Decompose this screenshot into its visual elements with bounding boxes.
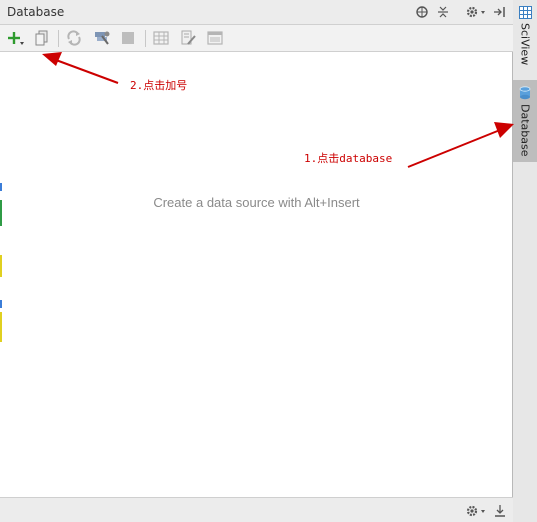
- stop-icon[interactable]: [118, 29, 138, 47]
- hide-panel-icon[interactable]: [493, 4, 507, 20]
- table-icon[interactable]: [151, 29, 171, 47]
- minimize-icon[interactable]: [493, 503, 507, 519]
- edge-marker: [0, 200, 2, 226]
- edge-marker: [0, 300, 2, 308]
- copy-icon[interactable]: [32, 29, 52, 47]
- annotation-step1: 1.点击database: [304, 152, 393, 165]
- toolbar-separator: [145, 30, 146, 47]
- globe-icon[interactable]: [415, 4, 429, 20]
- database-tool-window: Database Create a data source with Alt+I…: [0, 0, 513, 522]
- tab-database[interactable]: Database: [513, 80, 537, 162]
- gear-icon[interactable]: [465, 4, 487, 20]
- collapse-icon[interactable]: [436, 4, 450, 20]
- empty-state-message: Create a data source with Alt+Insert: [153, 195, 360, 210]
- gear-icon[interactable]: [465, 503, 487, 519]
- annotation-step2: 2.点击加号: [130, 79, 188, 92]
- panel-title: Database: [7, 5, 65, 19]
- grid-icon: [518, 6, 532, 19]
- console-icon[interactable]: [205, 29, 225, 47]
- tab-sciview-label: SciView: [518, 23, 532, 66]
- tab-database-label: Database: [518, 104, 532, 157]
- refresh-icon[interactable]: [64, 29, 84, 47]
- add-icon[interactable]: [6, 29, 26, 47]
- bottom-bar: [0, 497, 513, 522]
- right-tool-strip: SciView Database: [513, 0, 537, 522]
- title-bar: Database: [0, 0, 513, 25]
- edge-marker: [0, 255, 2, 277]
- edge-marker: [0, 312, 2, 342]
- edit-source-icon[interactable]: [178, 29, 198, 47]
- toolbar-separator: [58, 30, 59, 47]
- edge-marker: [0, 183, 2, 191]
- configure-icon[interactable]: [92, 29, 112, 47]
- database-icon: [519, 86, 531, 100]
- tab-sciview[interactable]: SciView: [513, 6, 537, 76]
- toolbar: [0, 25, 513, 52]
